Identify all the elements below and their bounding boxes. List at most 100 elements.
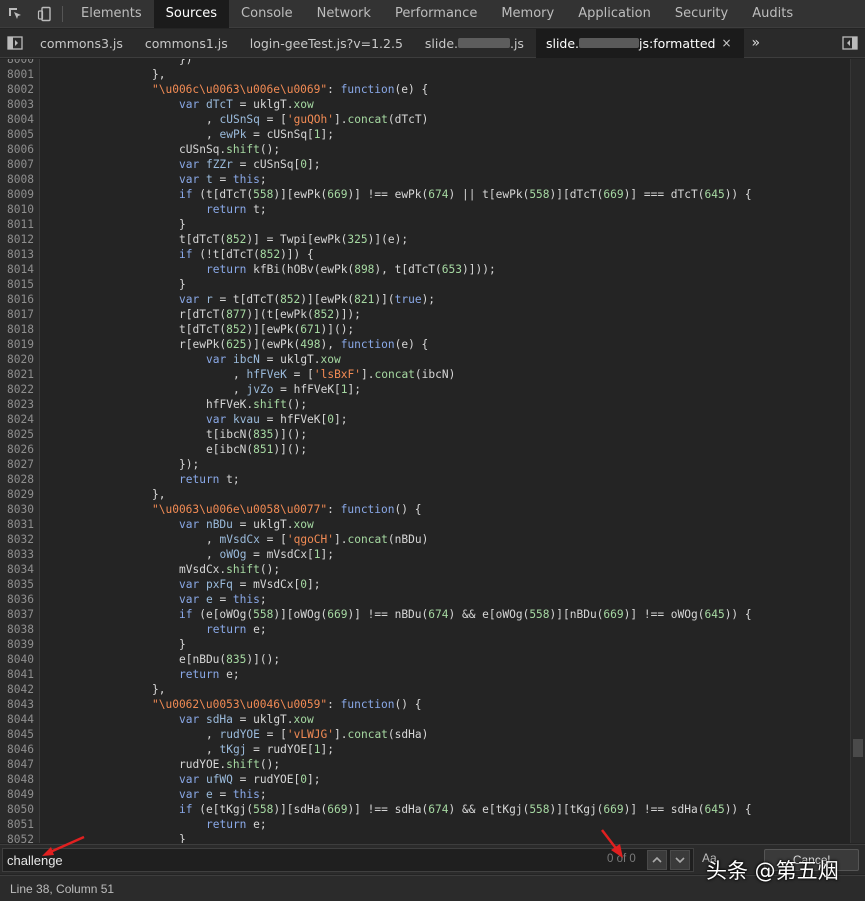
line-number[interactable]: 8027 [0, 457, 34, 472]
line-number[interactable]: 8044 [0, 712, 34, 727]
code-line: 8016 var r = t[dTcT(852)][ewPk(821)](true… [0, 292, 848, 307]
line-number[interactable]: 8013 [0, 247, 34, 262]
line-number[interactable]: 8039 [0, 637, 34, 652]
line-number[interactable]: 8017 [0, 307, 34, 322]
line-number[interactable]: 8022 [0, 382, 34, 397]
code-line: 8032 , mVsdCx = ['qgoCH'].concat(nBDu) [0, 532, 848, 547]
line-number[interactable]: 8000 [0, 59, 34, 67]
line-number[interactable]: 8018 [0, 322, 34, 337]
line-number[interactable]: 8010 [0, 202, 34, 217]
code-text: return e; [206, 818, 267, 831]
line-number[interactable]: 8016 [0, 292, 34, 307]
line-number[interactable]: 8005 [0, 127, 34, 142]
close-tab-icon[interactable]: × [721, 36, 731, 50]
line-number[interactable]: 8047 [0, 757, 34, 772]
code-text: , hfFVeK = ['lsBxF'].concat(ibcN) [233, 368, 456, 381]
line-number[interactable]: 8001 [0, 67, 34, 82]
editor-scrollbar[interactable] [850, 59, 865, 843]
tab-console[interactable]: Console [229, 0, 305, 28]
tab-performance[interactable]: Performance [383, 0, 489, 28]
line-number[interactable]: 8028 [0, 472, 34, 487]
tab-memory[interactable]: Memory [489, 0, 566, 28]
file-tab-slide[interactable]: slide. .js [415, 29, 536, 58]
device-toolbar-icon[interactable] [30, 0, 60, 28]
search-input[interactable] [7, 849, 597, 871]
line-number[interactable]: 8036 [0, 592, 34, 607]
line-number[interactable]: 8003 [0, 97, 34, 112]
line-number[interactable]: 8015 [0, 277, 34, 292]
line-number[interactable]: 8050 [0, 802, 34, 817]
code-editor[interactable]: 8000}) 8001}, 8002 "\u006c\u0063\u006e\u006… [0, 59, 865, 843]
line-number[interactable]: 8042 [0, 682, 34, 697]
line-number[interactable]: 8026 [0, 442, 34, 457]
line-number[interactable]: 8033 [0, 547, 34, 562]
line-number[interactable]: 8019 [0, 337, 34, 352]
line-number[interactable]: 8049 [0, 787, 34, 802]
line-number[interactable]: 8008 [0, 172, 34, 187]
line-number[interactable]: 8006 [0, 142, 34, 157]
line-number[interactable]: 8024 [0, 412, 34, 427]
code-line: 8015} [0, 277, 848, 292]
line-number[interactable]: 8041 [0, 667, 34, 682]
tab-elements[interactable]: Elements [69, 0, 154, 28]
line-number[interactable]: 8009 [0, 187, 34, 202]
tab-network[interactable]: Network [305, 0, 383, 28]
line-number[interactable]: 8002 [0, 82, 34, 97]
code-text: return kfBi(hOBv(ewPk(898), t[dTcT(653)]… [206, 263, 496, 276]
line-number[interactable]: 8037 [0, 607, 34, 622]
line-number[interactable]: 8030 [0, 502, 34, 517]
code-text: }) [179, 59, 193, 66]
line-number[interactable]: 8007 [0, 157, 34, 172]
code-line: 8028 return t; [0, 472, 848, 487]
code-text: "\u0063\u006e\u0058\u0077": function() { [152, 503, 422, 516]
line-number[interactable]: 8045 [0, 727, 34, 742]
line-number[interactable]: 8035 [0, 577, 34, 592]
code-text: if (!t[dTcT(852)]) { [179, 248, 314, 261]
line-number[interactable]: 8012 [0, 232, 34, 247]
line-number[interactable]: 8011 [0, 217, 34, 232]
code-text: var e = this; [179, 788, 267, 801]
code-line: 8012 t[dTcT(852)] = Twpi[ewPk(325)](e); [0, 232, 848, 247]
line-number[interactable]: 8031 [0, 517, 34, 532]
code-text: , cUSnSq = ['guQOh'].concat(dTcT) [206, 113, 429, 126]
file-tab-commons3[interactable]: commons3.js [30, 29, 135, 58]
code-line: 8041 return e; [0, 667, 848, 682]
file-tab-slide-formatted[interactable]: slide. js:formatted × [535, 28, 744, 58]
toggle-navigator-icon[interactable] [0, 29, 30, 58]
line-number[interactable]: 8032 [0, 532, 34, 547]
previous-match-button[interactable] [647, 850, 667, 870]
file-tab-commons1[interactable]: commons1.js [135, 29, 240, 58]
code-line: 8010 return t; [0, 202, 848, 217]
code-line: 8031 var nBDu = uklgT.xow [0, 517, 848, 532]
line-number[interactable]: 8034 [0, 562, 34, 577]
code-line: 8001}, [0, 67, 848, 82]
code-line: 8044 var sdHa = uklgT.xow [0, 712, 848, 727]
next-match-button[interactable] [670, 850, 690, 870]
line-number[interactable]: 8020 [0, 352, 34, 367]
line-number[interactable]: 8038 [0, 622, 34, 637]
inspect-element-icon[interactable] [0, 0, 30, 28]
toggle-debugger-icon[interactable] [835, 29, 865, 58]
line-number[interactable]: 8043 [0, 697, 34, 712]
scrollbar-thumb[interactable] [853, 739, 863, 757]
code-text: "\u0062\u0053\u0046\u0059": function() { [152, 698, 422, 711]
more-tabs-icon[interactable]: » [744, 35, 769, 51]
line-number[interactable]: 8048 [0, 772, 34, 787]
line-number[interactable]: 8014 [0, 262, 34, 277]
annotation-arrow-icon [42, 835, 85, 856]
tab-sources[interactable]: Sources [153, 0, 230, 28]
tab-audits[interactable]: Audits [740, 0, 805, 28]
line-number[interactable]: 8040 [0, 652, 34, 667]
code-text: mVsdCx.shift(); [179, 563, 281, 576]
line-number[interactable]: 8021 [0, 367, 34, 382]
tab-security[interactable]: Security [663, 0, 740, 28]
line-number[interactable]: 8023 [0, 397, 34, 412]
file-tab-login-geetest[interactable]: login-geeTest.js?v=1.2.5 [240, 29, 415, 58]
line-number[interactable]: 8052 [0, 832, 34, 843]
line-number[interactable]: 8051 [0, 817, 34, 832]
line-number[interactable]: 8029 [0, 487, 34, 502]
line-number[interactable]: 8025 [0, 427, 34, 442]
tab-application[interactable]: Application [566, 0, 663, 28]
line-number[interactable]: 8004 [0, 112, 34, 127]
line-number[interactable]: 8046 [0, 742, 34, 757]
